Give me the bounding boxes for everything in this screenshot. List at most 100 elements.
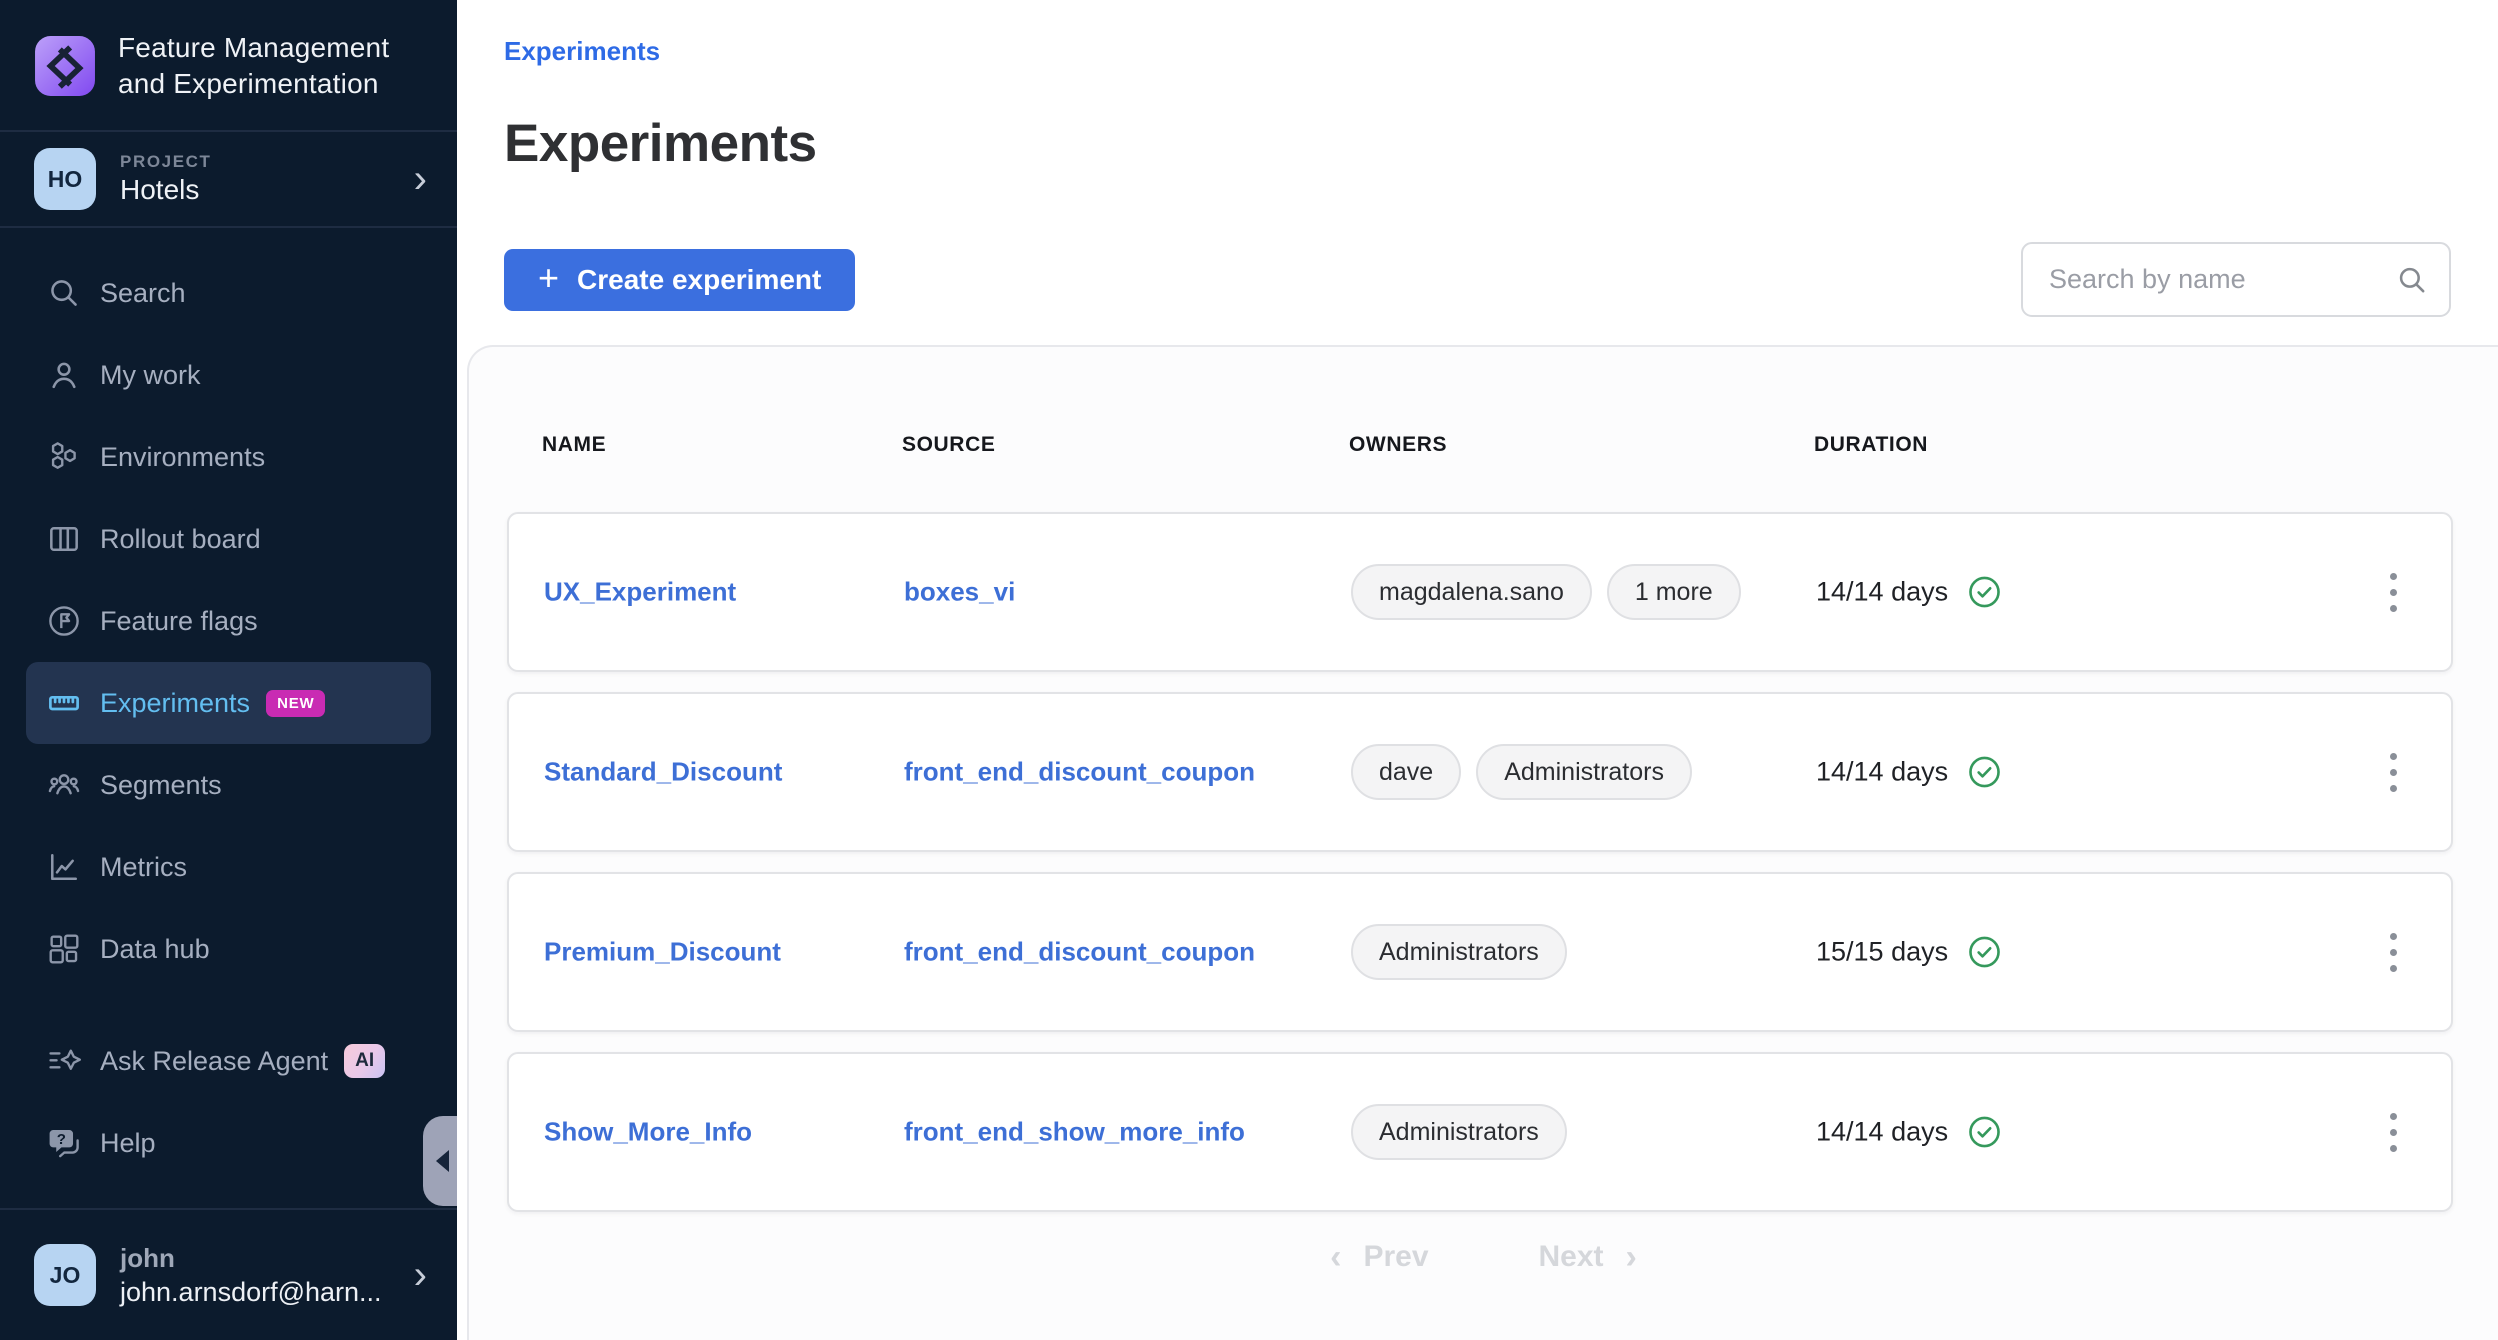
column-header-source: SOURCE [902, 433, 995, 457]
sidebar-item-label: Search [100, 278, 186, 309]
sidebar-item-label: Help [100, 1128, 156, 1159]
sidebar-item-label: Ask Release Agent [100, 1046, 328, 1077]
project-selector[interactable]: HO PROJECT Hotels [0, 132, 457, 226]
triangle-left-icon [425, 1150, 449, 1172]
experiment-name-link[interactable]: Standard_Discount [544, 757, 782, 788]
chevron-right-icon [1626, 1240, 1637, 1274]
row-actions-menu[interactable] [2371, 557, 2415, 627]
owners-cell: Administrators [1351, 1104, 1567, 1160]
next-page-button[interactable]: Next [1539, 1240, 1637, 1274]
sparkle-icon [45, 1042, 83, 1080]
search-input[interactable] [2021, 242, 2451, 317]
check-circle-icon [1966, 1114, 2003, 1151]
main-content: Experiments Experiments Create experimen… [457, 0, 2498, 1340]
sidebar-item-environments[interactable]: Environments [0, 416, 457, 498]
search-icon [2395, 263, 2429, 297]
user-meta: john john.arnsdorf@harn... [120, 1243, 382, 1308]
create-experiment-button[interactable]: Create experiment [504, 249, 855, 311]
prev-label: Prev [1363, 1240, 1428, 1274]
sidebar-item-help[interactable]: ? Help [0, 1102, 457, 1184]
owner-overflow-chip[interactable]: 1 more [1607, 564, 1741, 620]
duration-cell: 14/14 days [1816, 574, 2003, 611]
row-actions-menu[interactable] [2371, 1097, 2415, 1167]
owners-cell: magdalena.sano 1 more [1351, 564, 1741, 620]
sidebar-item-metrics[interactable]: Metrics [0, 826, 457, 908]
sidebar-item-label: Segments [100, 770, 222, 801]
page-header: Experiments Experiments Create experimen… [457, 0, 2498, 317]
row-actions-menu[interactable] [2371, 917, 2415, 987]
feature-flags-icon [45, 602, 83, 640]
owner-chip[interactable]: Administrators [1476, 744, 1692, 800]
user-account[interactable]: JO john john.arnsdorf@harn... [0, 1210, 457, 1340]
chevron-right-icon [414, 1255, 427, 1295]
duration-text: 14/14 days [1816, 1117, 1948, 1148]
row-actions-menu[interactable] [2371, 737, 2415, 807]
owner-chip[interactable]: dave [1351, 744, 1461, 800]
owner-chip[interactable]: Administrators [1351, 1104, 1567, 1160]
app-title: Feature Management and Experimentation [118, 30, 389, 102]
sidebar-item-data-hub[interactable]: Data hub [0, 908, 457, 990]
experiment-source-link[interactable]: boxes_vi [904, 577, 1015, 608]
duration-cell: 15/15 days [1816, 934, 2003, 971]
check-circle-icon [1966, 574, 2003, 611]
environments-icon [45, 438, 83, 476]
owner-chip[interactable]: magdalena.sano [1351, 564, 1592, 620]
sidebar: Feature Management and Experimentation H… [0, 0, 457, 1340]
sidebar-item-feature-flags[interactable]: Feature flags [0, 580, 457, 662]
user-icon [45, 356, 83, 394]
duration-cell: 14/14 days [1816, 754, 2003, 791]
column-header-name: NAME [542, 433, 606, 457]
sidebar-item-rollout-board[interactable]: Rollout board [0, 498, 457, 580]
user-avatar: JO [34, 1244, 96, 1306]
segments-icon [45, 766, 83, 804]
sidebar-item-label: Environments [100, 442, 265, 473]
next-label: Next [1539, 1240, 1604, 1274]
sidebar-nav: Search My work Environments [0, 228, 457, 1184]
pagination: Prev Next [469, 1240, 2498, 1274]
split-logo-icon [34, 35, 96, 97]
column-header-duration: DURATION [1814, 433, 1928, 457]
sidebar-item-label: Metrics [100, 852, 187, 883]
check-circle-icon [1966, 754, 2003, 791]
chevron-left-icon [1330, 1240, 1341, 1274]
spacer [0, 990, 457, 1020]
rollout-board-icon [45, 520, 83, 558]
chevron-right-icon [414, 159, 427, 199]
sidebar-collapse-handle[interactable] [423, 1116, 457, 1206]
new-badge: NEW [266, 690, 325, 717]
search-box [2021, 242, 2451, 317]
sidebar-item-ask-release-agent[interactable]: Ask Release Agent AI [0, 1020, 457, 1102]
user-name: john [120, 1243, 382, 1274]
ai-badge: AI [344, 1044, 385, 1078]
duration-text: 14/14 days [1816, 577, 1948, 608]
owners-cell: dave Administrators [1351, 744, 1692, 800]
sidebar-item-search[interactable]: Search [0, 252, 457, 334]
sidebar-item-label: My work [100, 360, 201, 391]
project-label: PROJECT [120, 152, 212, 172]
sidebar-item-label: Feature flags [100, 606, 258, 637]
project-meta: PROJECT Hotels [120, 152, 212, 206]
toolbar: Create experiment [504, 242, 2451, 317]
experiment-name-link[interactable]: Premium_Discount [544, 937, 781, 968]
breadcrumb[interactable]: Experiments [504, 36, 660, 67]
sidebar-item-experiments[interactable]: Experiments NEW [26, 662, 431, 744]
table-header-row: NAME SOURCE OWNERS DURATION [469, 433, 2498, 463]
table-row: Standard_Discount front_end_discount_cou… [507, 692, 2453, 852]
owner-chip[interactable]: Administrators [1351, 924, 1567, 980]
experiments-panel: NAME SOURCE OWNERS DURATION UX_Experimen… [467, 345, 2498, 1340]
experiment-source-link[interactable]: front_end_discount_coupon [904, 757, 1255, 788]
create-experiment-label: Create experiment [577, 264, 821, 296]
project-name: Hotels [120, 174, 212, 206]
experiment-source-link[interactable]: front_end_discount_coupon [904, 937, 1255, 968]
check-circle-icon [1966, 934, 2003, 971]
experiment-name-link[interactable]: UX_Experiment [544, 577, 736, 608]
prev-page-button[interactable]: Prev [1330, 1240, 1428, 1274]
metrics-icon [45, 848, 83, 886]
experiment-name-link[interactable]: Show_More_Info [544, 1117, 752, 1148]
sidebar-item-my-work[interactable]: My work [0, 334, 457, 416]
help-chat-icon: ? [45, 1124, 83, 1162]
search-icon [45, 274, 83, 312]
experiment-source-link[interactable]: front_end_show_more_info [904, 1117, 1245, 1148]
data-hub-icon [45, 930, 83, 968]
sidebar-item-segments[interactable]: Segments [0, 744, 457, 826]
